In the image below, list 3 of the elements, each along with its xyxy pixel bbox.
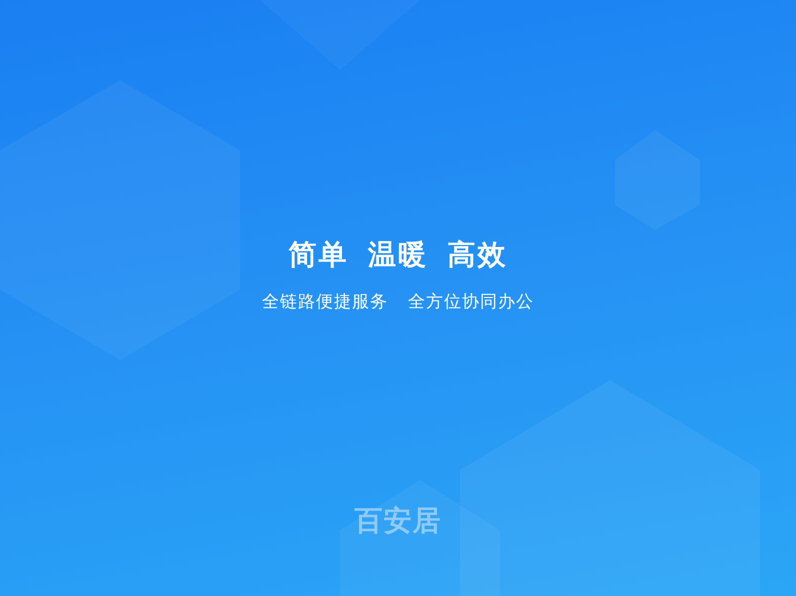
slogan-subtitle: 全链路便捷服务 全方位协同办公 — [262, 291, 534, 313]
brand-logo: 百安居 — [354, 503, 442, 539]
slogan-title: 简单 温暖 高效 — [288, 237, 508, 273]
